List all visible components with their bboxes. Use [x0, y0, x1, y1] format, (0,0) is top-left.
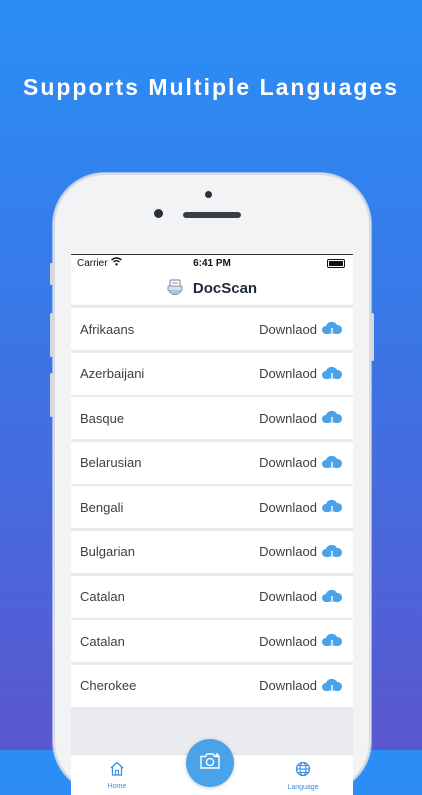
earpiece-speaker: [183, 212, 241, 218]
download-label[interactable]: Downlaod: [259, 366, 317, 381]
language-name: Catalan: [80, 633, 125, 649]
cloud-download-icon[interactable]: [321, 632, 343, 650]
download-label[interactable]: Downlaod: [259, 634, 317, 649]
tab-home[interactable]: Home: [87, 761, 147, 790]
language-row[interactable]: Cherokee Downlaod: [71, 664, 353, 707]
cloud-download-icon[interactable]: [321, 454, 343, 472]
language-row[interactable]: Bengali Downlaod: [71, 486, 353, 529]
download-label[interactable]: Downlaod: [259, 589, 317, 604]
battery-icon: [327, 259, 345, 268]
language-row[interactable]: Basque Downlaod: [71, 397, 353, 440]
language-name: Basque: [80, 410, 125, 426]
download-label[interactable]: Downlaod: [259, 678, 317, 693]
download-label[interactable]: Downlaod: [259, 411, 317, 426]
app-title: DocScan: [192, 279, 258, 297]
tab-language-label: Language: [287, 784, 319, 791]
phone-frame: Carrier 6:41 PM DocScan Afrikaans Downla…: [50, 173, 374, 795]
language-row[interactable]: Catalan Downlaod: [71, 620, 353, 663]
language-list: Afrikaans Downlaod Azerbaijani Downlaod …: [71, 306, 353, 707]
clock: 6:41 PM: [193, 258, 231, 269]
document-icon: [167, 279, 183, 297]
headline: Supports Multiple Languages: [22, 74, 399, 100]
cloud-download-icon[interactable]: [321, 498, 343, 516]
language-name: Cherokee: [80, 678, 137, 694]
volume-up-button: [50, 313, 53, 357]
proximity-sensor: [205, 191, 212, 198]
download-label[interactable]: Downlaod: [259, 500, 317, 515]
cloud-download-icon[interactable]: [321, 409, 343, 427]
language-name: Belarusian: [80, 455, 142, 471]
cloud-download-icon[interactable]: [321, 677, 343, 695]
status-bar: Carrier 6:41 PM: [71, 255, 353, 271]
tab-home-label: Home: [107, 783, 127, 790]
tab-language[interactable]: Language: [273, 761, 333, 791]
power-button: [371, 313, 374, 361]
language-name: Bengali: [80, 499, 124, 515]
front-camera: [154, 209, 163, 218]
camera-button[interactable]: [186, 739, 234, 787]
language-row[interactable]: Belarusian Downlaod: [71, 441, 353, 484]
tab-bar: Home Language: [71, 739, 353, 795]
app-screen: Carrier 6:41 PM DocScan Afrikaans Downla…: [71, 254, 353, 795]
cloud-download-icon[interactable]: [321, 320, 343, 338]
language-row[interactable]: Bulgarian Downlaod: [71, 530, 353, 573]
download-label[interactable]: Downlaod: [259, 455, 317, 470]
globe-icon: [295, 761, 311, 781]
language-name: Afrikaans: [80, 321, 135, 337]
nav-bar: DocScan: [71, 271, 353, 306]
volume-down-button: [50, 373, 53, 417]
camera-icon: [199, 752, 221, 775]
cloud-download-icon[interactable]: [321, 543, 343, 561]
home-icon: [109, 761, 125, 780]
language-row[interactable]: Catalan Downlaod: [71, 575, 353, 618]
language-name: Azerbaijani: [80, 366, 145, 382]
language-row[interactable]: Azerbaijani Downlaod: [71, 352, 353, 395]
cloud-download-icon[interactable]: [321, 588, 343, 606]
mute-switch: [50, 263, 53, 285]
cloud-download-icon[interactable]: [321, 365, 343, 383]
language-name: Catalan: [80, 589, 125, 605]
download-label[interactable]: Downlaod: [259, 544, 317, 559]
download-label[interactable]: Downlaod: [259, 322, 317, 337]
language-row[interactable]: Afrikaans Downlaod: [71, 308, 353, 350]
language-name: Bulgarian: [80, 544, 135, 560]
